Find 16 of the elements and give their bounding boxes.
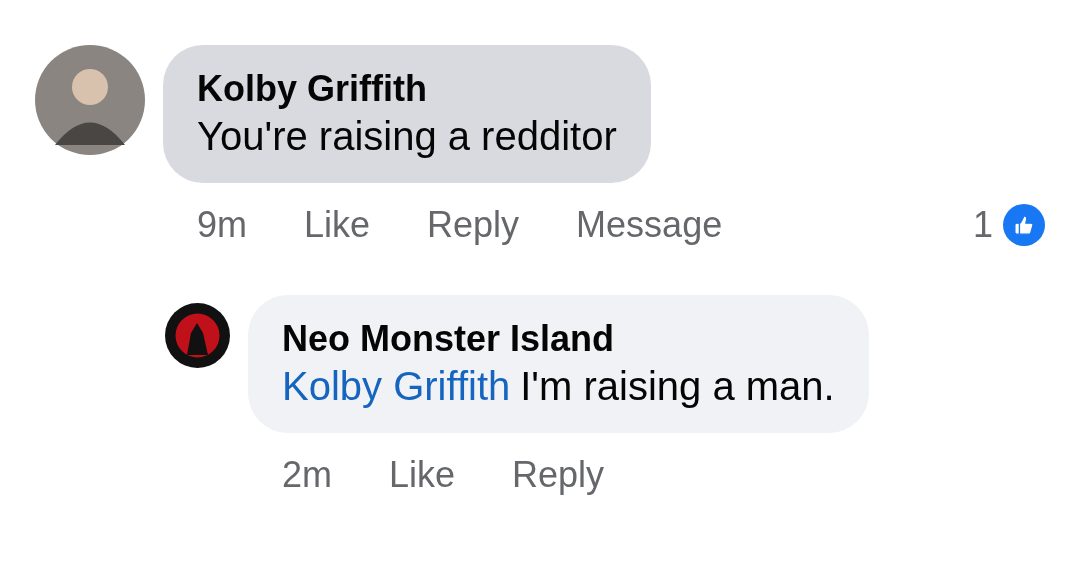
like-icon[interactable] (1003, 204, 1045, 246)
comment-time: 9m (197, 203, 247, 247)
comment-action-link[interactable]: Message (576, 203, 723, 247)
comment-action-link[interactable]: Reply (512, 453, 605, 497)
comment-author[interactable]: Kolby Griffith (197, 67, 617, 111)
reaction-count[interactable]: 1 (972, 203, 993, 247)
comment-author[interactable]: Neo Monster Island (282, 317, 835, 361)
comment-action-link[interactable]: Reply (427, 203, 520, 247)
avatar[interactable] (35, 45, 145, 155)
comment-action-link[interactable]: Like (389, 453, 456, 497)
comment-action-link[interactable]: Like (304, 203, 371, 247)
avatar[interactable] (165, 303, 230, 368)
comment-text: You're raising a redditor (197, 114, 617, 158)
mention-link[interactable]: Kolby Griffith (282, 364, 511, 408)
comment-time: 2m (282, 453, 332, 497)
comment-text: I'm raising a man. (520, 364, 835, 408)
